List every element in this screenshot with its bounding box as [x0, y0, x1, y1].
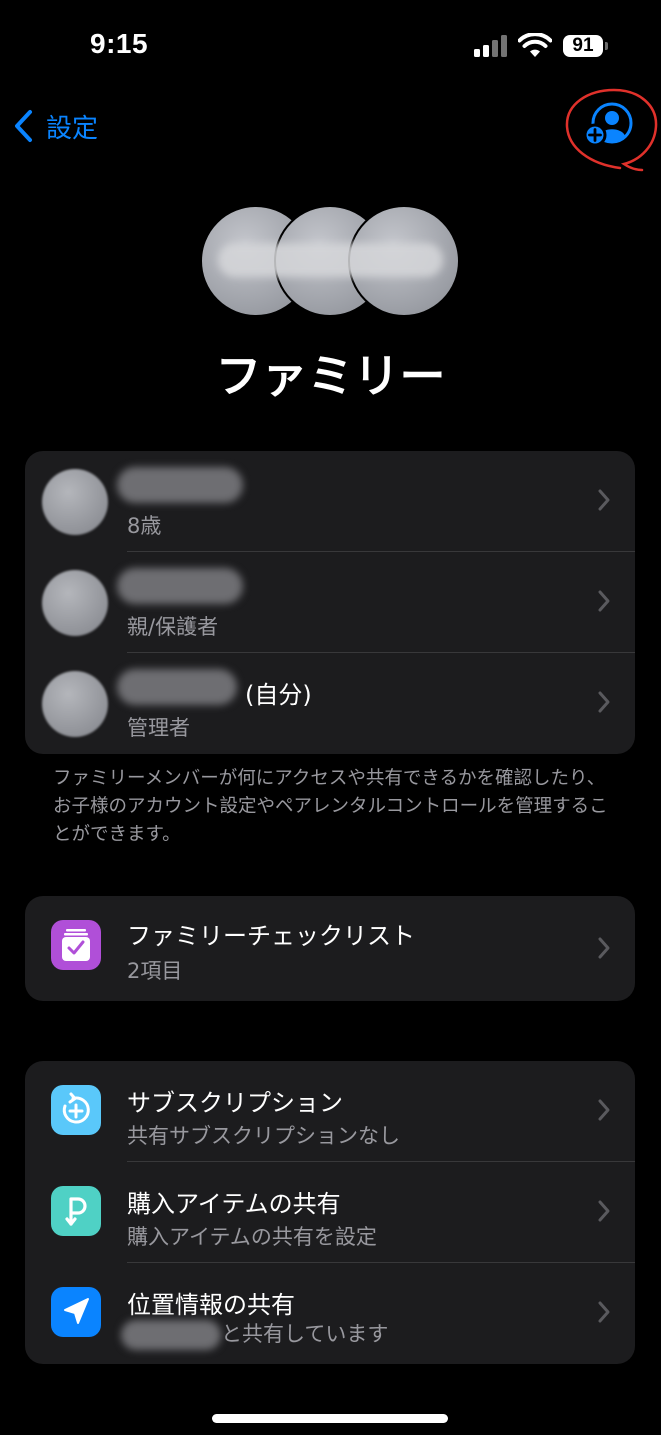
wifi-icon — [518, 33, 552, 57]
redacted-name — [117, 568, 243, 604]
subscription-icon — [51, 1085, 101, 1135]
chevron-right-icon — [598, 489, 610, 511]
purchase-sharing-row[interactable]: 購入アイテムの共有 購入アイテムの共有を設定 — [25, 1162, 635, 1263]
member-row[interactable]: 8歳 — [25, 451, 635, 552]
members-footnote: ファミリーメンバーが何にアクセスや共有できるかを確認したり、お子様のアカウント設… — [53, 768, 608, 845]
subscriptions-title: サブスクリプション — [127, 1089, 343, 1117]
member-row-self[interactable]: (自分) 管理者 — [25, 653, 635, 754]
self-marker: (自分) — [245, 681, 312, 709]
chevron-right-icon — [598, 1099, 610, 1121]
location-sharing-row[interactable]: 位置情報の共有 と共有しています — [25, 1263, 635, 1364]
status-time: 9:15 — [90, 28, 149, 59]
chevron-right-icon — [598, 937, 610, 959]
checklist-group: ファミリーチェックリスト 2項目 — [25, 896, 635, 1001]
avatar — [42, 671, 108, 737]
purchase-sharing-title: 購入アイテムの共有 — [127, 1190, 341, 1218]
back-button[interactable]: 設定 — [12, 106, 98, 146]
family-members-list: 8歳 親/保護者 (自分) 管理者 — [25, 451, 635, 754]
subscriptions-status: 共有サブスクリプションなし — [127, 1124, 400, 1148]
checklist-count: 2項目 — [127, 959, 183, 983]
battery-level: 91 — [563, 35, 603, 57]
checklist-icon — [51, 920, 101, 970]
person-plus-icon[interactable] — [583, 102, 633, 148]
cellular-signal-icon — [474, 35, 508, 57]
redacted-name — [117, 467, 243, 503]
member-role: 8歳 — [127, 514, 162, 538]
avatar — [42, 570, 108, 636]
location-arrow-icon — [51, 1287, 101, 1337]
page-title: ファミリー — [215, 349, 446, 403]
redacted-names — [218, 243, 443, 277]
subscriptions-row[interactable]: サブスクリプション 共有サブスクリプションなし — [25, 1061, 635, 1162]
location-sharing-status: と共有しています — [121, 1318, 388, 1350]
home-indicator[interactable] — [212, 1414, 448, 1423]
purchase-sharing-status: 購入アイテムの共有を設定 — [127, 1225, 377, 1249]
member-role: 親/保護者 — [127, 615, 219, 639]
battery-tip — [605, 42, 608, 50]
sharing-features-list: サブスクリプション 共有サブスクリプションなし 購入アイテムの共有 購入アイテム… — [25, 1061, 635, 1364]
avatar — [42, 469, 108, 535]
back-label: 設定 — [46, 113, 99, 144]
member-role: 管理者 — [127, 716, 190, 740]
chevron-right-icon — [598, 1301, 610, 1323]
chevron-left-icon — [15, 110, 32, 142]
redacted-name — [121, 1320, 221, 1350]
location-sharing-text: と共有しています — [221, 1322, 389, 1346]
family-checklist-row[interactable]: ファミリーチェックリスト 2項目 — [25, 896, 635, 1001]
chevron-right-icon — [598, 691, 610, 713]
purchase-sharing-icon — [51, 1186, 101, 1236]
member-row[interactable]: 親/保護者 — [25, 552, 635, 653]
redacted-name — [117, 669, 237, 705]
location-sharing-title: 位置情報の共有 — [127, 1291, 295, 1319]
checklist-title: ファミリーチェックリスト — [127, 922, 415, 950]
chevron-right-icon — [598, 590, 610, 612]
chevron-right-icon — [598, 1200, 610, 1222]
family-avatars — [200, 205, 460, 317]
